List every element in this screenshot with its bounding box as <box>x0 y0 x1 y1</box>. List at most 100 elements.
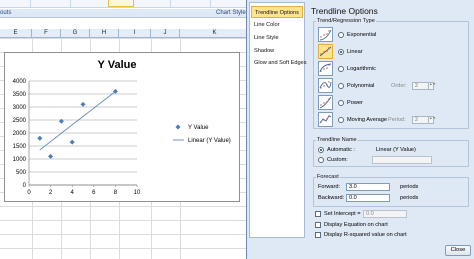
trend-type-icon-1[interactable] <box>318 44 333 59</box>
trend-type-radio-1[interactable] <box>338 49 344 55</box>
backward-input[interactable]: 0.0 <box>346 194 390 202</box>
trend-type-radio-0[interactable] <box>338 32 344 38</box>
automatic-name-radio[interactable] <box>318 147 324 153</box>
ribbon-group-bar: outs Chart Style <box>0 9 250 18</box>
legend-marker-icon <box>175 124 181 130</box>
legend-label-trendline: Linear (Y Value) <box>188 138 231 144</box>
column-header[interactable]: H <box>90 29 119 38</box>
display-equation-label: Display Equation on chart <box>324 222 388 228</box>
trend-type-row-2[interactable]: Logarithmic <box>318 61 438 77</box>
set-intercept-label: Set Intercept = <box>324 211 361 217</box>
period-spinner[interactable]: 2 ▲▼ <box>412 116 436 124</box>
scatter-chart[interactable]: Y Value 0 500 1000 1500 2000 2500 3000 3500 4000… <box>4 52 240 202</box>
nav-item-line-style[interactable]: Line Style <box>251 32 303 44</box>
trendline-name-group: Trendline Name Automatic : Linear (Y Val… <box>313 137 469 167</box>
forward-label: Forward: <box>318 184 341 190</box>
data-point <box>80 101 86 107</box>
trend-type-icon-4[interactable] <box>318 95 333 110</box>
set-intercept-input[interactable]: 0.0 <box>363 210 407 218</box>
forward-unit: periods <box>400 184 419 190</box>
forward-input[interactable]: 3.0 <box>346 183 390 191</box>
trend-type-label-5: Moving Average <box>347 117 388 123</box>
trend-type-row-0[interactable]: Exponential <box>318 27 438 43</box>
ribbon-gallery-strip <box>0 0 250 8</box>
column-header[interactable]: G <box>61 29 90 38</box>
data-point <box>58 118 64 124</box>
y-tick-label: 3500 <box>13 92 27 98</box>
x-tick-label: 0 <box>27 190 31 196</box>
group-label-chart-styles: Chart Style <box>216 10 246 16</box>
nav-item-glow-soft-edges[interactable]: Glow and Soft Edges <box>251 57 307 69</box>
forecast-label: Forecast <box>316 174 340 180</box>
trendline <box>39 91 116 151</box>
column-header[interactable]: I <box>119 29 151 38</box>
trend-type-icon-5[interactable] <box>318 112 333 127</box>
nav-item-line-color[interactable]: Line Color <box>251 19 303 31</box>
trend-type-row-4[interactable]: Power <box>318 95 438 111</box>
y-tick-label: 3000 <box>13 105 27 111</box>
excel-worksheet: outs Chart Style E F G H I J K Y Value 0… <box>0 0 250 259</box>
trend-type-radio-4[interactable] <box>338 100 344 106</box>
dialog-side-nav: Trendline Options Line Color Line Style … <box>249 2 307 238</box>
nav-item-trendline-options[interactable]: Trendline Options <box>251 6 303 18</box>
backward-unit: periods <box>400 195 419 201</box>
legend-label-series: Y Value <box>188 125 209 131</box>
close-button[interactable]: Close <box>445 245 471 256</box>
backward-label: Backward: <box>318 195 345 201</box>
trend-type-icon-0[interactable] <box>318 27 333 42</box>
group-label-layouts: outs <box>0 10 12 16</box>
order-value: 2 <box>415 83 418 89</box>
period-value: 2 <box>415 117 418 123</box>
x-tick-label: 8 <box>114 190 118 196</box>
selected-chart-style[interactable] <box>108 0 134 7</box>
panel-heading: Trendline Options <box>311 6 378 16</box>
column-header-row: E F G H I J K <box>0 29 250 38</box>
trend-type-radio-5[interactable] <box>338 117 344 123</box>
trendline-options-panel: Trendline Options Trend/Regression Type … <box>309 0 474 259</box>
column-header[interactable]: F <box>32 29 61 38</box>
spinner-arrows-icon[interactable]: ▲▼ <box>428 116 436 123</box>
x-tick-label: 10 <box>134 190 141 196</box>
automatic-name-value: Linear (Y Value) <box>376 147 416 153</box>
trend-type-radio-2[interactable] <box>338 66 344 72</box>
trend-type-icon-2[interactable] <box>318 61 333 76</box>
x-tick-label: 2 <box>49 190 53 196</box>
trend-type-row-5[interactable]: Moving Average Period: 2 ▲▼ <box>318 112 438 128</box>
column-header[interactable]: K <box>180 29 250 38</box>
custom-name-input[interactable] <box>372 156 432 164</box>
period-label: Period: <box>388 117 406 123</box>
order-label: Order: <box>391 83 407 89</box>
display-rsquared-label: Display R-squared value on chart <box>324 232 407 238</box>
custom-name-label: Custom: <box>327 157 348 163</box>
automatic-name-label: Automatic : <box>327 147 355 153</box>
column-header[interactable]: E <box>0 29 32 38</box>
regression-type-label: Trend/Regression Type <box>316 18 376 24</box>
x-tick-label: 6 <box>92 190 96 196</box>
set-intercept-checkbox[interactable] <box>315 211 321 217</box>
trend-type-row-1[interactable]: Linear <box>318 44 438 60</box>
custom-name-radio[interactable] <box>318 157 324 163</box>
display-equation-checkbox[interactable] <box>315 222 321 228</box>
order-spinner[interactable]: 2 ▲▼ <box>412 82 436 90</box>
trend-type-radio-3[interactable] <box>338 83 344 89</box>
nav-item-shadow[interactable]: Shadow <box>251 45 303 57</box>
format-trendline-dialog: Trendline Options Line Color Line Style … <box>246 0 474 259</box>
trend-type-label-4: Power <box>347 100 363 106</box>
y-tick-label: 2500 <box>13 118 27 124</box>
y-tick-label: 1500 <box>13 144 27 150</box>
data-point <box>48 153 54 159</box>
data-point <box>37 135 43 141</box>
spinner-arrows-icon[interactable]: ▲▼ <box>428 82 436 89</box>
regression-type-group: Trend/Regression Type Exponential Linear L… <box>313 18 469 129</box>
trend-type-icon-3[interactable] <box>318 78 333 93</box>
y-tick-label: 0 <box>23 183 27 189</box>
chart-plot-svg: 0 500 1000 1500 2000 2500 3000 3500 4000 0 2 4 6 8 10 Y… <box>13 79 231 196</box>
column-header[interactable]: J <box>151 29 180 38</box>
trend-type-label-1: Linear <box>347 49 363 55</box>
trend-type-row-3[interactable]: Polynomial Order: 2 ▲▼ <box>318 78 438 94</box>
trend-type-label-3: Polynomial <box>347 83 375 89</box>
display-rsquared-checkbox[interactable] <box>315 232 321 238</box>
data-point <box>69 139 75 145</box>
y-tick-label: 2000 <box>13 131 27 137</box>
trend-type-label-2: Logarithmic <box>347 66 376 72</box>
